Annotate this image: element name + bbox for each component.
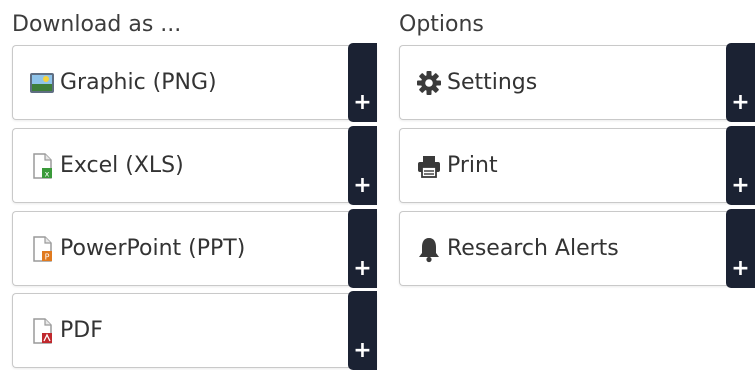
printer-icon [415,152,443,180]
image-file-icon [28,69,56,97]
expand-png-button[interactable]: + [348,43,377,122]
settings-label: Settings [447,70,538,95]
options-heading: Options [399,12,484,37]
expand-research-alerts-button[interactable]: + [726,209,755,288]
download-xls-label: Excel (XLS) [60,153,184,178]
expand-ppt-button[interactable]: + [348,209,377,288]
svg-text:P: P [45,252,50,261]
download-ppt-button[interactable]: P PowerPoint (PPT) + [12,209,377,288]
gear-icon [415,69,443,97]
print-label: Print [447,153,498,178]
download-ppt-label: PowerPoint (PPT) [60,236,246,261]
research-alerts-label: Research Alerts [447,236,619,261]
research-alerts-button[interactable]: Research Alerts + [399,209,755,288]
pdf-file-icon [28,317,56,345]
settings-button[interactable]: Settings + [399,43,755,122]
download-pdf-label: PDF [60,318,103,343]
download-heading: Download as ... [12,12,182,37]
expand-settings-button[interactable]: + [726,43,755,122]
svg-text:x: x [45,169,50,178]
bell-icon [415,235,443,263]
download-png-label: Graphic (PNG) [60,70,217,95]
expand-print-button[interactable]: + [726,126,755,205]
powerpoint-file-icon: P [28,235,56,263]
expand-xls-button[interactable]: + [348,126,377,205]
download-pdf-button[interactable]: PDF + [12,291,377,370]
excel-file-icon: x [28,152,56,180]
download-png-button[interactable]: Graphic (PNG) + [12,43,377,122]
print-button[interactable]: Print + [399,126,755,205]
expand-pdf-button[interactable]: + [348,291,377,370]
download-xls-button[interactable]: x Excel (XLS) + [12,126,377,205]
